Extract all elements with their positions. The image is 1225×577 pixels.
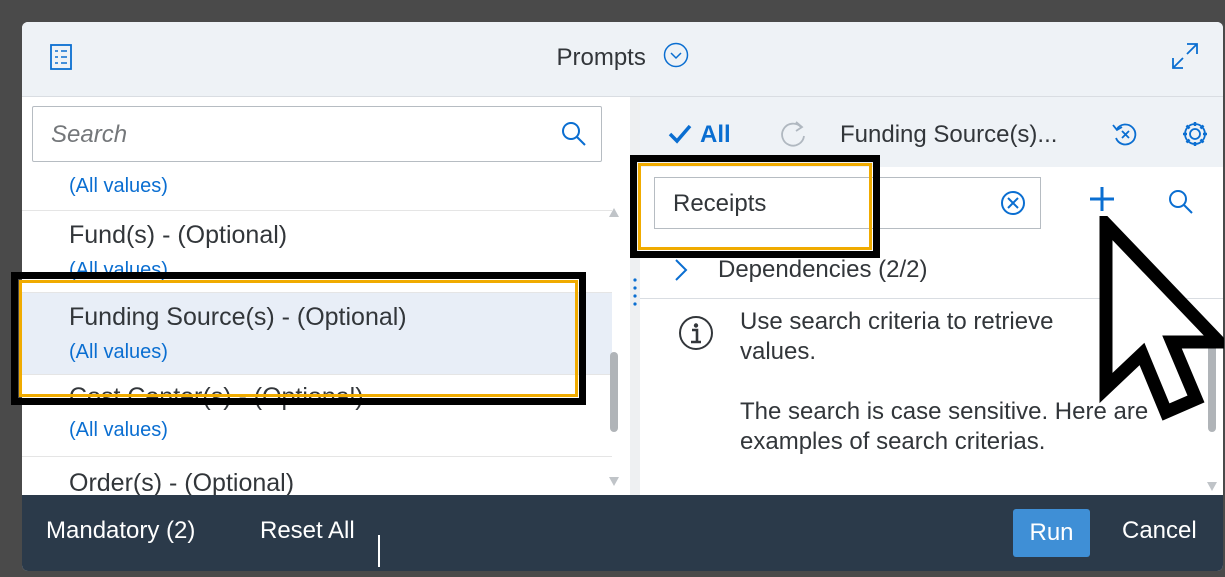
add-icon[interactable]	[1088, 185, 1116, 213]
clear-icon[interactable]	[1000, 190, 1026, 216]
search-input[interactable]: Search	[32, 106, 602, 162]
gear-icon[interactable]	[1180, 119, 1210, 149]
maximize-icon[interactable]	[1171, 42, 1199, 70]
search-icon[interactable]	[561, 121, 587, 147]
item-title: Fund(s) - (Optional)	[69, 221, 288, 249]
all-label: All	[700, 121, 731, 148]
list-item[interactable]: Order(s) - (Optional)	[22, 457, 612, 495]
run-button[interactable]: Run	[1013, 509, 1090, 557]
info-line-2: The search is case sensitive. Here are e…	[740, 398, 1149, 455]
item-value: (All values)	[69, 175, 168, 197]
highlight-box-funding-source	[11, 272, 586, 405]
all-toggle[interactable]: All	[668, 121, 731, 149]
item-value: (All values)	[69, 419, 168, 441]
info-icon	[679, 316, 713, 350]
text-cursor	[378, 535, 380, 567]
chevron-right-icon	[675, 259, 688, 281]
list-item[interactable]: (All values)	[22, 171, 612, 211]
refresh-icon[interactable]	[778, 119, 808, 149]
search-placeholder: Search	[51, 121, 128, 148]
checkmark-icon	[668, 124, 692, 144]
chevron-down-icon[interactable]	[663, 42, 689, 68]
dialog-title[interactable]: Prompts	[22, 42, 1223, 72]
search-icon[interactable]	[1168, 189, 1194, 215]
highlight-box-search-value	[630, 155, 880, 258]
cancel-button[interactable]: Cancel	[1122, 517, 1197, 545]
field-label: Funding Source(s)...	[840, 121, 1058, 148]
info-line-1: Use search criteria to retrieve values.	[740, 308, 1054, 365]
mouse-pointer-icon	[1099, 216, 1224, 421]
mandatory-button[interactable]: Mandatory (2)	[46, 517, 195, 545]
dialog-title-text: Prompts	[556, 44, 646, 71]
grip-icon	[633, 278, 637, 306]
reset-value-icon[interactable]	[1110, 119, 1140, 149]
list-scrollbar[interactable]	[607, 187, 621, 487]
dialog-footer: Mandatory (2) Reset All Run Cancel	[22, 495, 1223, 571]
reset-all-button[interactable]: Reset All	[260, 517, 355, 545]
item-title: Order(s) - (Optional)	[69, 469, 295, 495]
dialog-header: Prompts	[22, 22, 1223, 97]
dependencies-label: Dependencies (2/2)	[718, 256, 928, 283]
